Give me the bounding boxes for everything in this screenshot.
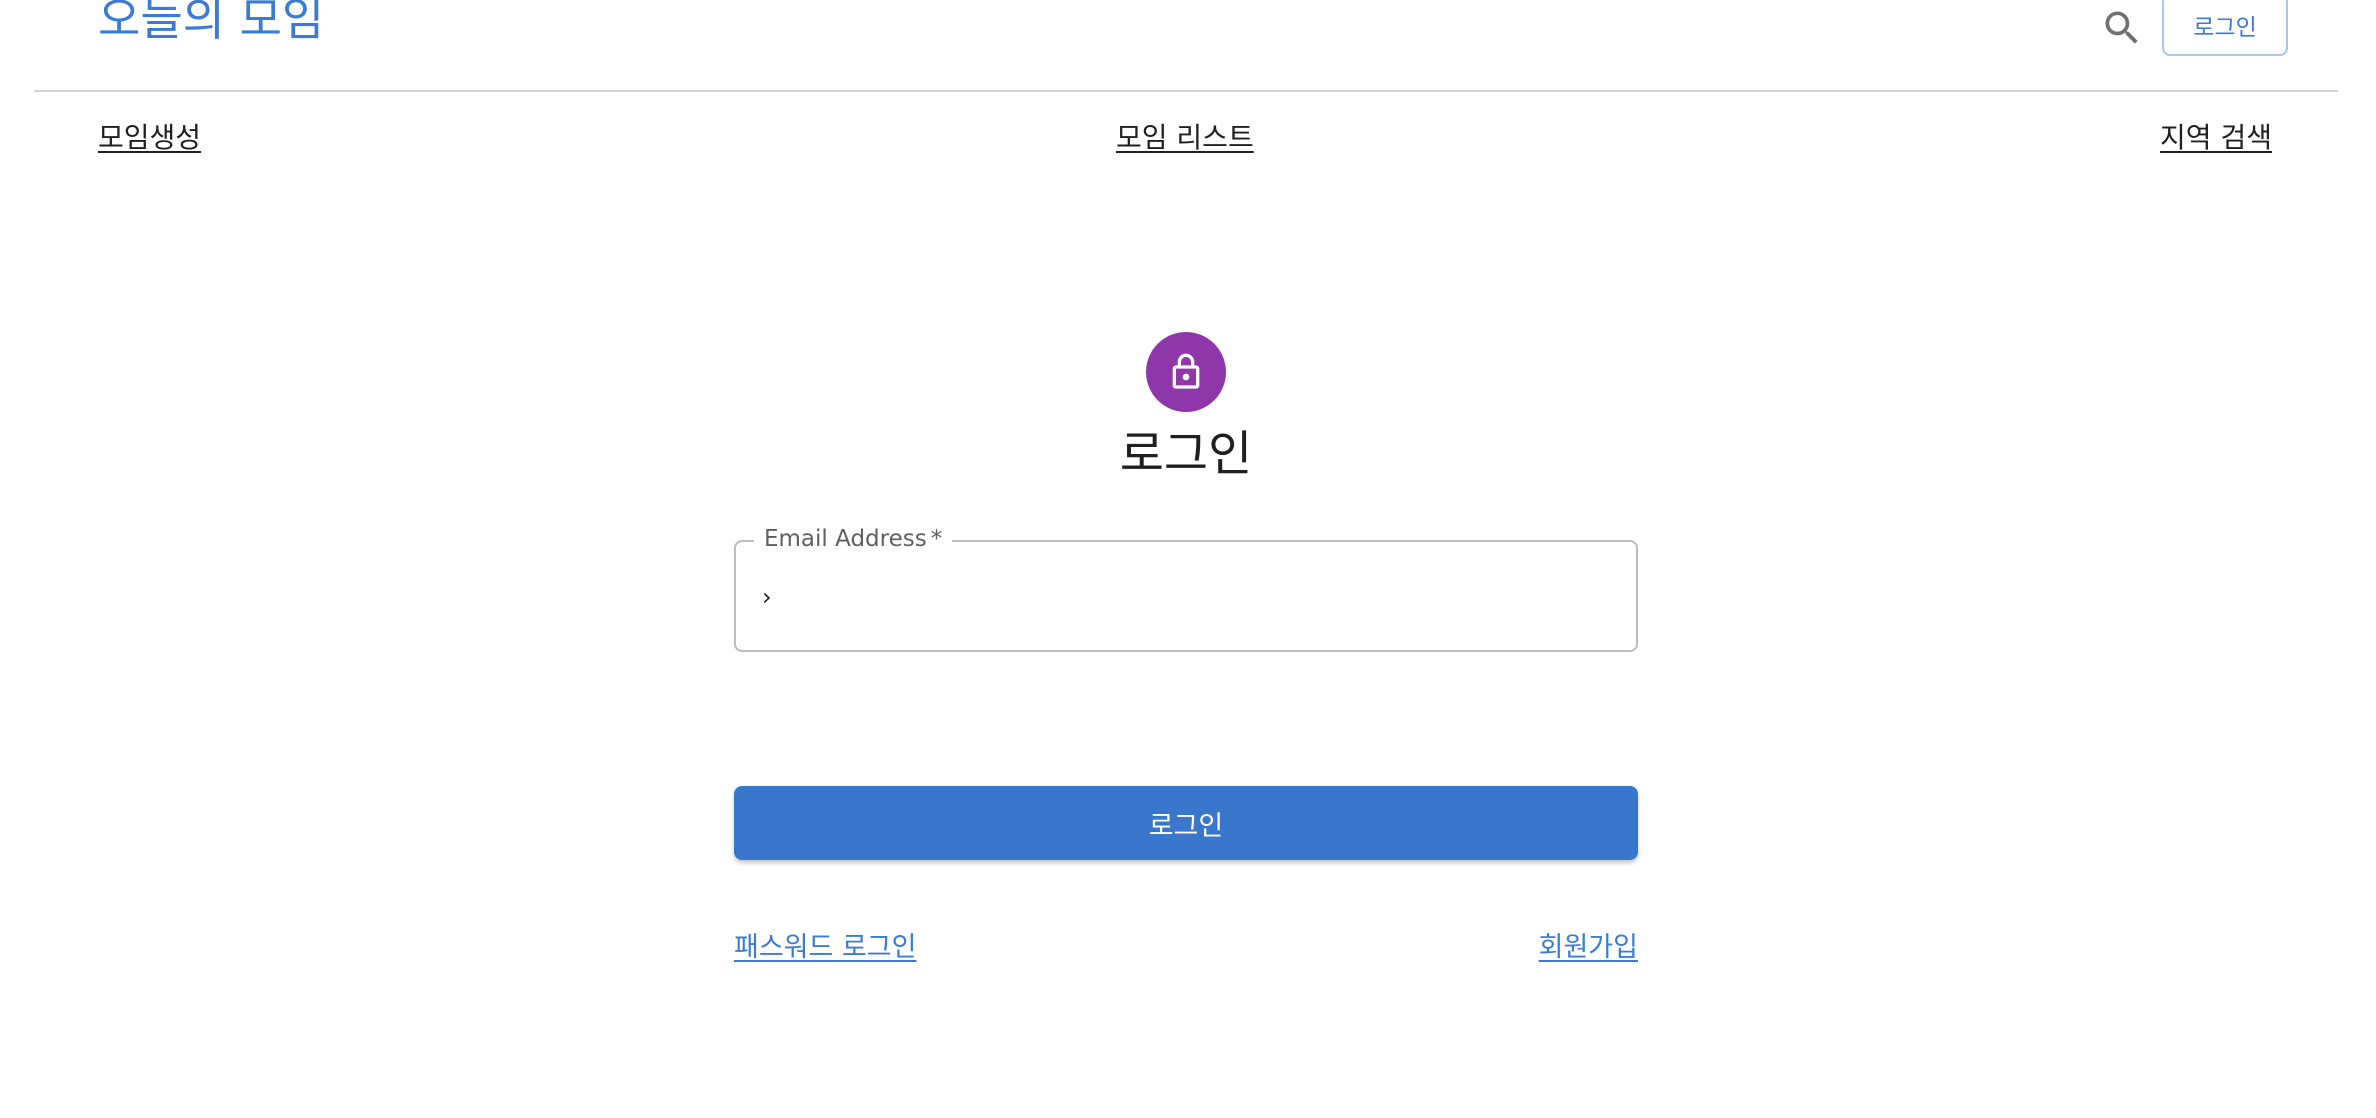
lock-avatar — [1146, 332, 1226, 412]
email-input[interactable] — [762, 572, 1602, 622]
login-page: 오늘의 모임 로그인 모임생성 모임 리스트 지역 검색 로그인 Email A… — [0, 0, 2376, 1118]
login-submit-button[interactable]: 로그인 — [734, 786, 1638, 860]
required-mark: * — [930, 526, 943, 552]
nav-link-region-search[interactable]: 지역 검색 — [2160, 120, 2272, 156]
signup-link[interactable]: 회원가입 — [1539, 930, 1638, 966]
header-divider — [34, 90, 2338, 92]
email-field[interactable]: Email Address * — [734, 524, 1638, 652]
email-field-label: Email Address * — [754, 524, 953, 554]
login-heading: 로그인 — [1119, 426, 1253, 482]
search-icon — [2105, 11, 2138, 44]
password-login-link[interactable]: 패스워드 로그인 — [734, 930, 916, 966]
search-button[interactable] — [2100, 6, 2144, 50]
email-label-text: Email Address — [764, 526, 927, 552]
nav-link-create-meeting[interactable]: 모임생성 — [98, 120, 201, 156]
nav-link-meeting-list[interactable]: 모임 리스트 — [1116, 120, 1254, 156]
lock-icon — [1172, 353, 1200, 389]
header-login-button[interactable]: 로그인 — [2162, 0, 2288, 56]
site-title[interactable]: 오늘의 모임 — [98, 0, 324, 48]
